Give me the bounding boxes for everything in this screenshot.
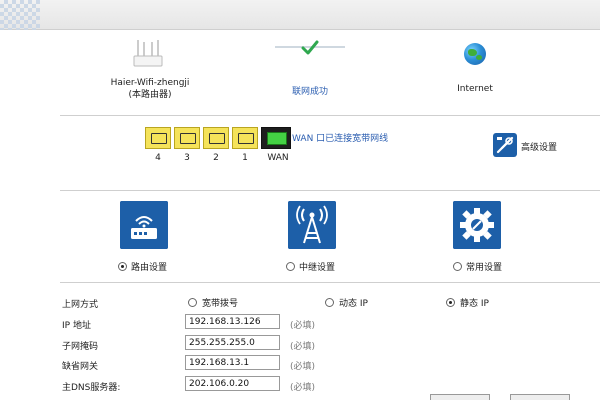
lan-port-4 [145,127,171,149]
check-icon [301,40,319,55]
connection-option-pppoe[interactable]: 宽带拨号 [188,296,238,309]
gateway-label: 缺省网关 [62,362,99,372]
radio-icon[interactable] [286,262,295,271]
router-device-icon [133,40,163,67]
required-note: (必填) [290,362,316,372]
lan-port-label: 1 [242,153,248,163]
connection-type-label: 上网方式 [62,300,99,310]
connection-option-static[interactable]: 静态 IP [446,296,489,309]
primary-dns-input[interactable] [185,376,280,391]
action-button-partial[interactable] [430,394,490,400]
gear-icon[interactable] [453,201,501,249]
advanced-settings-link[interactable]: 高级设置 [521,140,557,153]
network-status-row: Haier-Wifi-zhengji (本路由器) 联网成功 Internet [60,30,600,115]
mode-label: 中继设置 [299,263,336,273]
tools-icon[interactable] [493,133,517,157]
radio-icon[interactable] [188,298,197,307]
required-note: (必填) [290,321,316,331]
mode-option-repeater[interactable]: 中继设置 [286,260,335,273]
mode-option-router[interactable]: 路由设置 [118,260,167,273]
mode-label: 常用设置 [466,263,503,273]
subnet-mask-input[interactable] [185,335,280,350]
router-name: Haier-Wifi-zhengji [110,78,190,88]
lan-port-3 [174,127,200,149]
connection-option-label: 静态 IP [460,299,489,309]
connection-option-label: 宽带拨号 [202,299,239,309]
divider [60,190,600,191]
lan-port-label: 3 [184,153,190,163]
radio-selected-icon[interactable] [446,298,455,307]
ip-address-input[interactable] [185,314,280,329]
connection-status: 联网成功 [291,87,328,97]
globe-icon [464,43,486,65]
primary-dns-label: 主DNS服务器: [62,383,121,393]
radio-icon[interactable] [453,262,462,271]
internet-label: Internet [457,84,493,94]
window-top-bar [0,0,600,30]
lan-port-2 [203,127,229,149]
divider [60,115,600,116]
mode-option-common[interactable]: 常用设置 [453,260,502,273]
lan-port-label: 4 [155,153,161,163]
router-name-label: Haier-Wifi-zhengji (本路由器) [100,77,200,101]
wan-port-label: WAN [267,153,289,163]
action-button-partial[interactable] [510,394,570,400]
radio-selected-icon[interactable] [118,262,127,271]
radio-icon[interactable] [325,298,334,307]
lan-port-1 [232,127,258,149]
mode-label: 路由设置 [131,263,168,273]
tower-icon[interactable] [288,201,336,249]
wan-status-message: WAN 口已连接宽带网线 [292,134,389,144]
required-note: (必填) [290,383,316,393]
logo-pattern [0,0,40,30]
gateway-input[interactable] [185,355,280,370]
connection-option-label: 动态 IP [339,299,368,309]
divider [60,282,600,283]
router-subtitle: (本路由器) [128,90,172,100]
connection-option-dhcp[interactable]: 动态 IP [325,296,368,309]
required-note: (必填) [290,342,316,352]
subnet-mask-label: 子网掩码 [62,342,99,352]
ip-address-label: IP 地址 [62,321,91,331]
wan-port [261,127,291,149]
router-icon[interactable] [120,201,168,249]
lan-port-label: 2 [213,153,219,163]
